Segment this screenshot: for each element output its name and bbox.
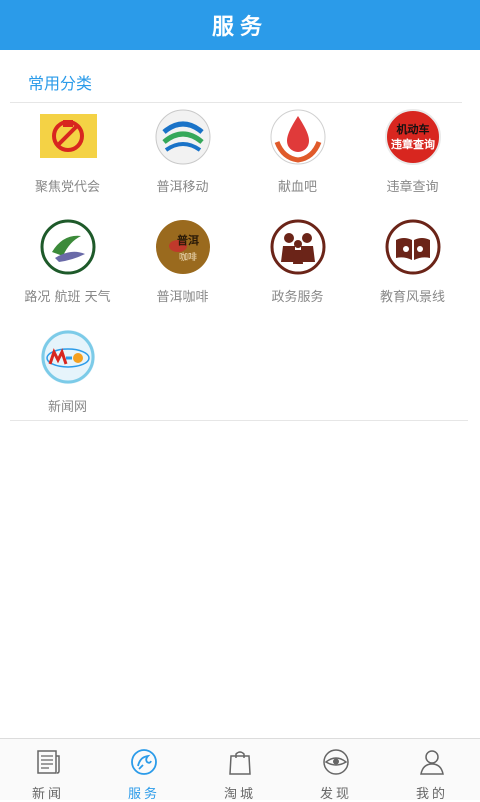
svg-text:机动车: 机动车 [396, 122, 429, 136]
svg-text:普洱: 普洱 [177, 233, 199, 247]
service-label: 普洱移动 [156, 180, 209, 195]
service-traffic-flight-weather[interactable]: 路况 航班 天气 [10, 218, 125, 318]
service-puer-mobile[interactable]: 普洱移动 [125, 108, 240, 208]
service-label: 教育风景线 [379, 290, 445, 305]
service-label: 普洱咖啡 [156, 290, 209, 305]
svg-text:违章查询: 违章查询 [391, 137, 435, 151]
service-government[interactable]: 政务服务 [240, 218, 355, 318]
service-label: 违章查询 [386, 180, 439, 195]
traffic-violation-icon: 机动车 违章查询 [384, 108, 442, 166]
service-label: 新闻网 [47, 400, 87, 415]
tab-news[interactable]: 新闻 [0, 739, 96, 802]
newspaper-icon [33, 747, 63, 777]
service-puer-coffee[interactable]: 普洱 咖啡 普洱咖啡 [125, 218, 240, 318]
svg-text:咖啡: 咖啡 [178, 251, 196, 263]
service-party-congress[interactable]: 聚焦党代会 [10, 108, 125, 208]
service-label: 路况 航班 天气 [24, 290, 111, 305]
section-title: 常用分类 [28, 74, 93, 93]
tab-label: 淘城 [223, 787, 256, 802]
section-divider-top [10, 102, 462, 103]
party-flag-icon [39, 108, 97, 166]
service-blood-donation[interactable]: 献血吧 [240, 108, 355, 208]
service-label: 政务服务 [271, 290, 324, 305]
service-label: 聚焦党代会 [34, 180, 100, 195]
top-bar: 服务 [0, 0, 480, 50]
tab-label: 服务 [127, 787, 160, 802]
china-mobile-icon [154, 108, 212, 166]
service-education[interactable]: 教育风景线 [355, 218, 470, 318]
blood-donation-icon [269, 108, 327, 166]
shopping-bag-icon [225, 747, 255, 777]
education-icon [384, 218, 442, 276]
service-news-site[interactable]: 新闻网 [10, 328, 125, 428]
tab-label: 新闻 [31, 787, 64, 802]
tab-service[interactable]: 服务 [96, 739, 192, 802]
news-site-icon [39, 328, 97, 386]
government-service-icon [269, 218, 327, 276]
traffic-flight-weather-icon [39, 218, 97, 276]
service-traffic-violation[interactable]: 机动车 违章查询 违章查询 [355, 108, 470, 208]
tab-label: 我的 [415, 787, 448, 802]
service-icon [129, 747, 159, 777]
tab-mine[interactable]: 我的 [384, 739, 480, 802]
user-icon [417, 747, 447, 777]
page-title: 服务 [211, 15, 268, 40]
tab-discover[interactable]: 发现 [288, 739, 384, 802]
service-label: 献血吧 [277, 180, 317, 195]
bottom-tab-bar: 新闻 服务 淘城 发现 我的 [0, 738, 480, 802]
discover-eye-icon [321, 747, 351, 777]
tab-label: 发现 [319, 787, 352, 802]
section-divider-bottom [10, 420, 468, 421]
tab-shop[interactable]: 淘城 [192, 739, 288, 802]
puer-coffee-icon: 普洱 咖啡 [154, 218, 212, 276]
